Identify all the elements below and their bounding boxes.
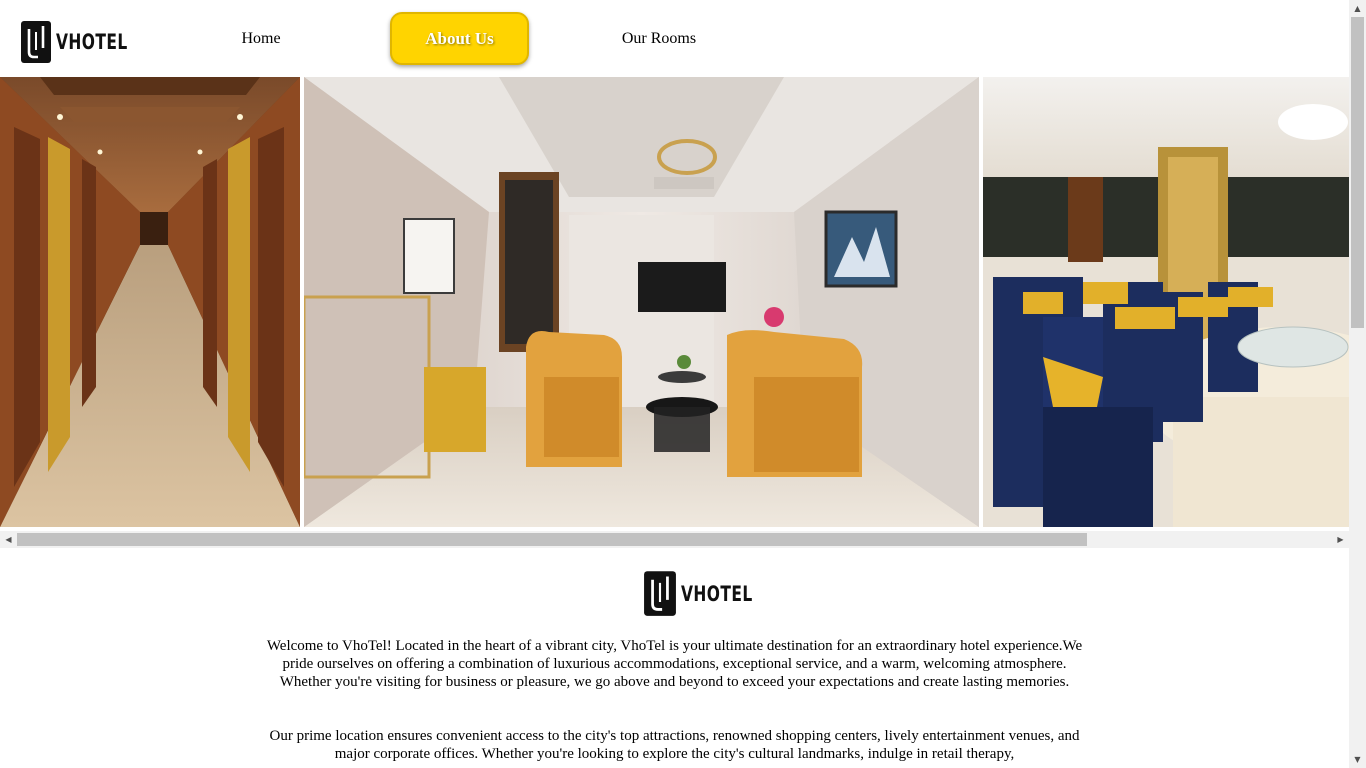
vertical-scrollbar[interactable]: ▲ ▼ <box>1349 0 1366 768</box>
scroll-left-arrow-icon[interactable]: ◀ <box>0 531 17 548</box>
vertical-scroll-thumb[interactable] <box>1351 17 1364 328</box>
about-brand-name: VHOTEL <box>681 581 753 606</box>
brand-name: VHOTEL <box>56 30 128 54</box>
horizontal-scroll-thumb[interactable] <box>17 533 1087 546</box>
about-paragraph-location: Our prime location ensures convenient ac… <box>269 728 1080 762</box>
nav-our-rooms[interactable]: Our Rooms <box>612 12 706 65</box>
nav-home[interactable]: Home <box>226 12 296 65</box>
scroll-down-arrow-icon[interactable]: ▼ <box>1349 751 1366 768</box>
logo-icon <box>644 571 676 616</box>
gallery-image-lounge <box>304 77 979 527</box>
photo-gallery[interactable] <box>0 77 1349 527</box>
about-logo: VHOTEL <box>643 570 768 617</box>
about-paragraph-welcome: Welcome to VhoTel! Located in the heart … <box>266 638 1083 690</box>
gallery-image-corridor <box>0 77 300 527</box>
logo-icon <box>21 21 51 63</box>
nav-about-us[interactable]: About Us <box>390 12 529 65</box>
scroll-right-arrow-icon[interactable]: ▶ <box>1332 531 1349 548</box>
site-header: VHOTEL Home About Us Our Rooms <box>0 0 1349 77</box>
about-section: VHOTEL Welcome to VhoTel! Located in the… <box>0 548 1349 768</box>
horizontal-scrollbar[interactable]: ◀ ▶ <box>0 531 1349 548</box>
scroll-up-arrow-icon[interactable]: ▲ <box>1349 0 1366 17</box>
brand-logo[interactable]: VHOTEL <box>20 20 143 64</box>
gallery-image-banquet <box>983 77 1349 527</box>
